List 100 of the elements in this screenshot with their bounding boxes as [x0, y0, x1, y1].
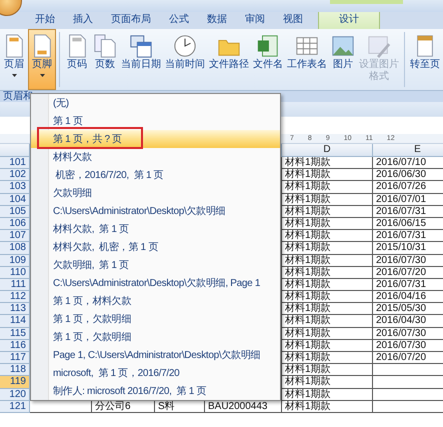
table-cell: 2016/04/30 [373, 315, 443, 328]
row-header[interactable]: 107 [0, 230, 30, 242]
row-header[interactable]: 111 [0, 278, 30, 292]
ribbon-tab[interactable]: 页面布局 [102, 9, 160, 29]
table-cell: 材料1期款 [282, 157, 373, 170]
pages-icon [93, 33, 117, 59]
table-cell: 2016/07/30 [373, 328, 443, 340]
clock-icon [173, 33, 197, 59]
table-cell: 2016/07/10 [373, 157, 443, 170]
row-header[interactable]: 116 [0, 340, 30, 352]
ribbon-tab[interactable]: 插入 [64, 9, 102, 29]
ribbon-tab[interactable]: 公式 [160, 9, 198, 29]
ribbon-tab[interactable]: 开始 [26, 9, 64, 29]
table-cell: 材料1期款 [282, 303, 373, 316]
table-cell: 材料1期款 [282, 352, 373, 364]
row-header[interactable]: 108 [0, 242, 30, 254]
ribbon-button[interactable]: 文件名 [251, 29, 285, 90]
table-cell: 材料1期款 [282, 254, 373, 267]
table-cell: 材料1期款 [282, 266, 373, 279]
ribbon-button[interactable]: 图片 [329, 29, 357, 90]
ribbon-tab[interactable]: 审阅 [236, 9, 274, 29]
column-header[interactable]: D [282, 144, 373, 157]
caret-icon [12, 74, 16, 77]
menu-item[interactable]: 材料欠款, 机密，第 1 页 [31, 238, 280, 256]
table-cell: 材料1期款 [282, 340, 373, 352]
row-header[interactable]: 114 [0, 315, 30, 328]
table-cell: 2016/07/20 [373, 352, 443, 364]
menu-item[interactable]: 第 1 页，共 ? 页 [31, 130, 280, 148]
menu-item[interactable]: microsoft, 第 1 页，2016/7/20 [31, 364, 280, 382]
row-header[interactable]: 101 [0, 157, 30, 170]
row-header[interactable]: 104 [0, 194, 30, 206]
menu-item[interactable]: 欠款明细, 第 1 页 [31, 256, 280, 274]
ribbon-button[interactable]: 工作表名 [285, 29, 329, 90]
table-cell: 材料1期款 [282, 376, 373, 389]
table-cell: 2016/07/30 [373, 340, 443, 352]
menu-item[interactable]: 第 1 页，欠款明细 [31, 328, 280, 346]
ribbon-button[interactable]: 页码 [63, 29, 91, 90]
menu-item[interactable]: 第 1 页 [31, 112, 280, 130]
ribbon-button[interactable]: 文件路径 [207, 29, 251, 90]
menu-item[interactable]: C:\Users\Administrator\Desktop\欠款明细 [31, 202, 280, 220]
row-header[interactable]: 102 [0, 169, 30, 182]
ribbon-tab[interactable]: 视图 [274, 9, 312, 29]
menu-item[interactable]: Page 1, C:\Users\Administrator\Desktop\欠款明细 [31, 346, 280, 364]
table-cell: 2016/07/20 [373, 266, 443, 279]
table-cell: 材料1期款 [282, 400, 373, 413]
row-header[interactable]: 120 [0, 388, 30, 401]
table-cell: 2016/07/31 [373, 278, 443, 292]
menu-item[interactable]: 欠款明细 [31, 184, 280, 202]
row-header[interactable]: 115 [0, 328, 30, 340]
table-cell: 2016/07/26 [373, 181, 443, 194]
table-cell: 材料1期款 [282, 388, 373, 401]
row-header[interactable]: 112 [0, 291, 30, 304]
table-cell: 材料1期款 [282, 278, 373, 292]
ribbon-button[interactable]: 转至页 [408, 29, 442, 90]
row-header[interactable]: 121 [0, 400, 30, 413]
row-header[interactable]: 118 [0, 364, 30, 376]
table-cell: 材料1期款 [282, 218, 373, 230]
table-cell: 2016/07/31 [373, 206, 443, 218]
table-cell: 2015/10/31 [373, 242, 443, 254]
table-cell: 2016/07/01 [373, 194, 443, 206]
caret-icon [40, 74, 44, 77]
ribbon-tab[interactable]: 数据 [198, 9, 236, 29]
table-cell: 材料1期款 [282, 194, 373, 206]
row-header[interactable]: 103 [0, 181, 30, 194]
table-cell: 材料1期款 [282, 291, 373, 304]
menu-item[interactable]: 材料欠款, 第 1 页 [31, 220, 280, 238]
table-cell: 材料1期款 [282, 206, 373, 218]
table-cell: 2016/06/30 [373, 169, 443, 182]
table-cell: 材料1期款 [282, 315, 373, 328]
menu-item[interactable]: 制作人: microsoft 2016/7/20, 第 1 页 [31, 382, 280, 400]
select-all-corner[interactable] [0, 144, 30, 157]
row-header[interactable]: 117 [0, 352, 30, 364]
menu-item[interactable]: 第 1 页，材料欠款 [31, 292, 280, 310]
table-cell: 2016/07/30 [373, 254, 443, 267]
table-cell: 2015/05/30 [373, 303, 443, 316]
ribbon-button[interactable]: 当前日期 [119, 29, 163, 90]
row-header[interactable]: 109 [0, 254, 30, 267]
menu-item[interactable]: 材料欠款 [31, 148, 280, 166]
ribbon-button[interactable]: 当前时间 [163, 29, 207, 90]
table-cell: 材料1期款 [282, 242, 373, 254]
table-cell: 材料1期款 [282, 169, 373, 182]
table-cell: 材料1期款 [282, 181, 373, 194]
table-cell: 材料1期款 [282, 230, 373, 242]
table-cell: 2016/04/16 [373, 291, 443, 304]
table-cell: 2016/06/15 [373, 218, 443, 230]
ribbon-button[interactable]: 页数 [91, 29, 119, 90]
table-cell: 2016/07/31 [373, 230, 443, 242]
ribbon-button[interactable]: 页脚 [28, 29, 56, 90]
menu-item[interactable]: C:\Users\Administrator\Desktop\欠款明细, Page 1 [31, 274, 280, 292]
row-header[interactable]: 106 [0, 218, 30, 230]
row-header[interactable]: 105 [0, 206, 30, 218]
ribbon-button[interactable]: 页眉 [0, 29, 28, 90]
menu-item[interactable]: 机密，2016/7/20, 第 1 页 [31, 166, 280, 184]
row-header[interactable]: 113 [0, 303, 30, 316]
row-header[interactable]: 119 [0, 376, 30, 389]
column-header[interactable]: E [373, 144, 443, 157]
spreadsheet-file-icon [256, 33, 280, 59]
row-header[interactable]: 110 [0, 266, 30, 279]
menu-item[interactable]: 第 1 页，欠款明细 [31, 310, 280, 328]
menu-item[interactable]: (无) [31, 94, 280, 112]
